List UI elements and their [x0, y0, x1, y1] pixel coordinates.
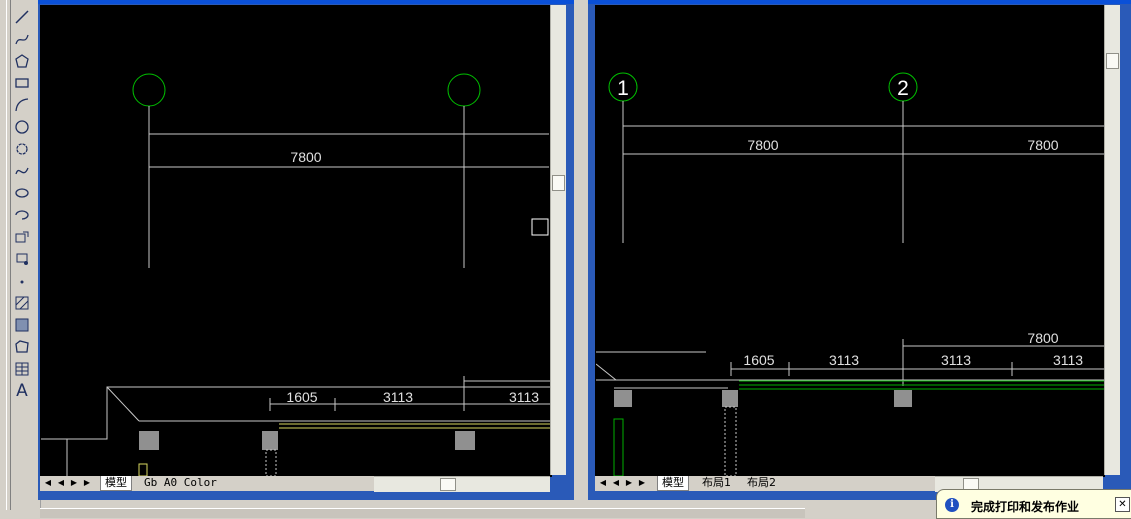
dim-text-7800: 7800 — [747, 137, 778, 153]
axis-label-2: 2 — [897, 77, 909, 100]
dim-text-3113: 3113 — [941, 352, 971, 368]
dim-text-3113: 3113 — [1053, 352, 1083, 368]
column-hatch — [265, 449, 277, 476]
right-vscroll-thumb[interactable] — [1106, 53, 1119, 69]
draw-toolbar: A — [0, 0, 41, 517]
right-window-title — [588, 0, 1131, 4]
line-icon[interactable] — [12, 8, 32, 26]
left-layout-tabs: ◀ ◀ ▶ ▶ 模型 Gb A0 Color — [40, 476, 374, 491]
right-vertical-scrollbar[interactable] — [1104, 5, 1120, 475]
dim-text-7800: 7800 — [290, 149, 321, 165]
left-window-title — [38, 0, 574, 4]
tab-gb-a0-color[interactable]: Gb A0 Color — [140, 476, 221, 490]
toolbar-grip[interactable] — [6, 0, 11, 510]
tab-last-icon[interactable]: ▶ — [637, 477, 647, 489]
gradient-icon[interactable] — [12, 316, 32, 334]
tab-next-icon[interactable]: ▶ — [624, 477, 634, 489]
tab-model[interactable]: 模型 — [100, 476, 132, 491]
circle-icon[interactable] — [12, 118, 32, 136]
left-drawing: 7800 1605 3113 3113 — [41, 73, 551, 476]
tab-last-icon[interactable]: ▶ — [82, 477, 92, 489]
info-icon: i — [945, 498, 959, 512]
notification-balloon[interactable]: i 完成打印和发布作业 ✕ — [936, 489, 1131, 519]
hatch-icon[interactable] — [12, 294, 32, 312]
pickbox — [531, 218, 549, 236]
left-horizontal-scrollbar[interactable] — [374, 476, 550, 492]
dim-text-3113: 3113 — [509, 389, 539, 405]
left-vertical-scrollbar[interactable] — [550, 5, 566, 475]
dim-text-7800: 7800 — [1027, 137, 1058, 153]
column — [894, 390, 912, 407]
region-icon[interactable] — [12, 338, 32, 356]
tab-first-icon[interactable]: ◀ — [43, 477, 53, 489]
column — [262, 431, 278, 450]
polygon-icon[interactable] — [12, 52, 32, 70]
tab-layout1[interactable]: 布局1 — [698, 476, 735, 490]
point-icon[interactable] — [12, 272, 32, 290]
polyline-icon[interactable] — [12, 30, 32, 48]
dim-text-1605: 1605 — [286, 389, 317, 405]
table-icon[interactable] — [12, 360, 32, 378]
axis-bubble-left-b — [447, 73, 481, 107]
column — [614, 390, 632, 407]
arc-icon[interactable] — [12, 96, 32, 114]
tab-model[interactable]: 模型 — [657, 476, 689, 491]
ellipse-icon[interactable] — [12, 184, 32, 202]
axis-label-1: 1 — [617, 77, 629, 100]
column — [139, 431, 159, 450]
dim-text-3113: 3113 — [383, 389, 413, 405]
right-drawing-canvas[interactable]: 1 2 7800 7800 7800 1605 3113 3113 3113 — [595, 5, 1105, 477]
right-drawing: 1 2 7800 7800 7800 1605 3113 3113 3113 — [596, 72, 1104, 476]
axis-bubble-left-a — [132, 73, 166, 107]
revcloud-icon[interactable] — [12, 140, 32, 158]
close-icon[interactable]: ✕ — [1115, 497, 1130, 512]
rectangle-icon[interactable] — [12, 74, 32, 92]
right-layout-tabs: ◀ ◀ ▶ ▶ 模型 布局1 布局2 — [595, 476, 935, 491]
wall-hatch — [613, 418, 624, 476]
dim-text-3113: 3113 — [829, 352, 859, 368]
wall-hatch — [138, 463, 148, 476]
tab-prev-icon[interactable]: ◀ — [611, 477, 621, 489]
tab-prev-icon[interactable]: ◀ — [56, 477, 66, 489]
ellipse-arc-icon[interactable] — [12, 206, 32, 224]
insert-block-icon[interactable] — [12, 228, 32, 246]
column — [722, 390, 738, 407]
left-vscroll-thumb[interactable] — [552, 175, 565, 191]
outline-line — [106, 386, 140, 422]
outline-line — [596, 363, 617, 381]
column — [455, 431, 475, 450]
tab-first-icon[interactable]: ◀ — [598, 477, 608, 489]
tab-next-icon[interactable]: ▶ — [69, 477, 79, 489]
left-hscroll-thumb[interactable] — [440, 478, 456, 491]
dim-text-7800: 7800 — [1027, 330, 1058, 346]
text-icon[interactable]: A — [12, 381, 32, 401]
notification-text: 完成打印和发布作业 — [971, 500, 1080, 514]
left-drawing-canvas[interactable]: 7800 1605 3113 3113 — [40, 5, 552, 477]
column-hatch — [724, 406, 737, 476]
spline-icon[interactable] — [12, 162, 32, 180]
make-block-icon[interactable] — [12, 250, 32, 268]
tab-layout2[interactable]: 布局2 — [743, 476, 780, 490]
dim-text-1605: 1605 — [743, 352, 774, 368]
